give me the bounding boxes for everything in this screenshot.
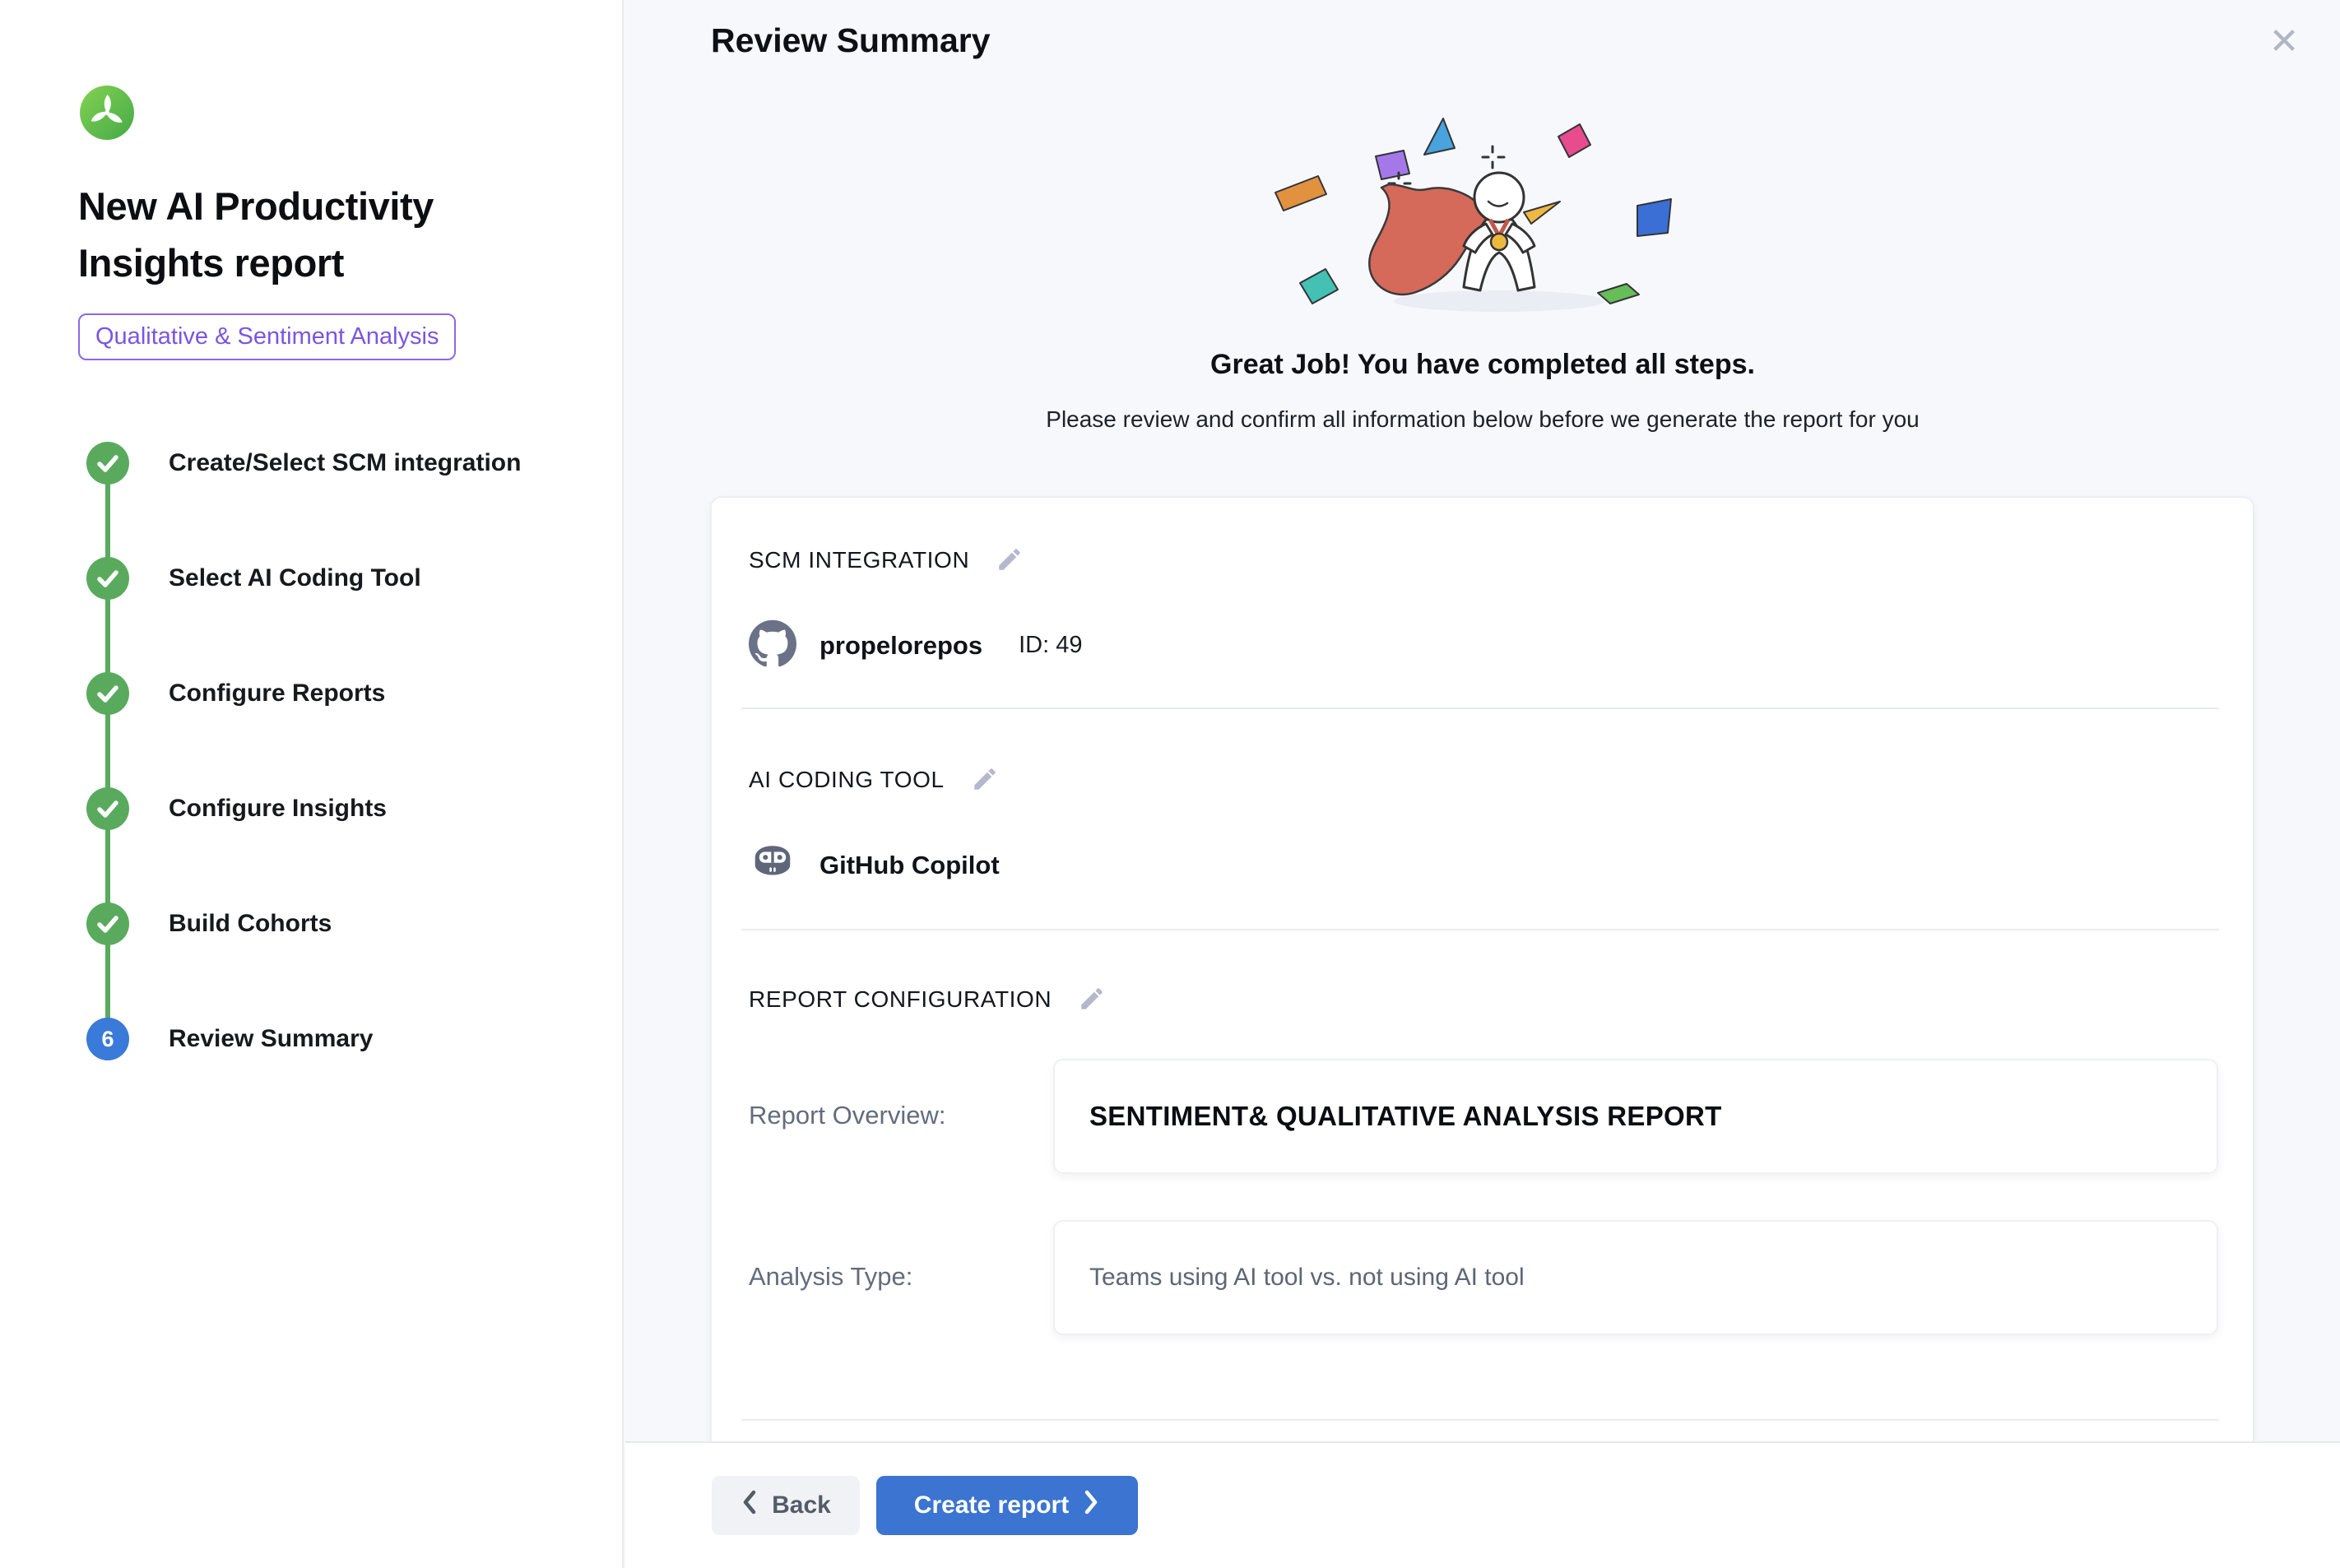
scm-section-header: SCM INTEGRATION [749,545,1024,575]
edit-ai-tool-button[interactable] [971,765,999,795]
edit-scm-button[interactable] [996,545,1024,575]
step-check-icon [86,442,129,485]
celebration-illustration [1252,112,1713,331]
page-title: New AI Productivity Insights report [78,178,555,291]
pencil-icon [971,783,999,796]
sidebar-step-configure-reports[interactable]: Configure Reports [86,672,547,787]
sidebar-step-review-summary[interactable]: 6 Review Summary [86,1018,547,1133]
ai-tool-name: GitHub Copilot [819,851,1000,880]
analysis-type-value: Teams using AI tool vs. not using AI too… [1053,1220,2218,1335]
report-config-section-header: REPORT CONFIGURATION [749,985,1106,1014]
panel-title: Review Summary [711,21,991,60]
sidebar-step-build-cohorts[interactable]: Build Cohorts [86,902,547,1018]
section-divider [741,1419,2219,1421]
wizard-footer: Back Create report [625,1441,2340,1568]
github-icon [749,619,796,671]
section-divider [741,707,2219,709]
ai-tool-section-header: AI CODING TOOL [749,765,999,795]
step-check-icon [86,672,129,715]
sidebar-step-select-ai-tool[interactable]: Select AI Coding Tool [86,557,547,672]
report-overview-label: Report Overview: [749,1101,945,1130]
wizard-steps: Create/Select SCM integration Select AI … [86,442,547,1133]
close-button[interactable]: ✕ [2255,13,2313,71]
sidebar-step-configure-insights[interactable]: Configure Insights [86,787,547,902]
congrats-subheading: Please review and confirm all informatio… [625,406,2340,433]
analysis-type-label: Analysis Type: [749,1262,912,1292]
report-type-badge: Qualitative & Sentiment Analysis [78,313,456,360]
pencil-icon [1078,1003,1106,1015]
scm-integration-id: ID: 49 [1019,632,1082,659]
summary-card: SCM INTEGRATION propelorepos ID: 49 AI C… [710,496,2254,1464]
ai-tool-row: GitHub Copilot [749,839,1000,891]
back-button[interactable]: Back [712,1476,860,1535]
step-check-icon [86,557,129,600]
propelo-logo-icon [78,84,136,141]
section-divider [741,929,2219,930]
scm-integration-name: propelorepos [819,631,982,661]
wizard-sidebar: New AI Productivity Insights report Qual… [0,0,624,1568]
scm-integration-row: propelorepos ID: 49 [749,619,1082,671]
review-summary-panel: Review Summary ✕ [625,0,2340,1441]
close-icon: ✕ [2269,21,2300,62]
chevron-left-icon [741,1488,759,1523]
step-number-badge: 6 [86,1018,129,1060]
report-overview-value: SENTIMENT& QUALITATIVE ANALYSIS REPORT [1053,1059,2218,1174]
copilot-icon [749,839,796,891]
report-wizard-window: New AI Productivity Insights report Qual… [0,0,2340,1568]
step-check-icon [86,902,129,945]
create-report-button[interactable]: Create report [876,1476,1138,1535]
chevron-right-icon [1082,1488,1100,1523]
edit-report-config-button[interactable] [1078,985,1106,1014]
pencil-icon [996,564,1024,576]
step-check-icon [86,787,129,830]
sidebar-step-create-select-scm[interactable]: Create/Select SCM integration [86,442,547,557]
congrats-heading: Great Job! You have completed all steps. [625,349,2340,381]
